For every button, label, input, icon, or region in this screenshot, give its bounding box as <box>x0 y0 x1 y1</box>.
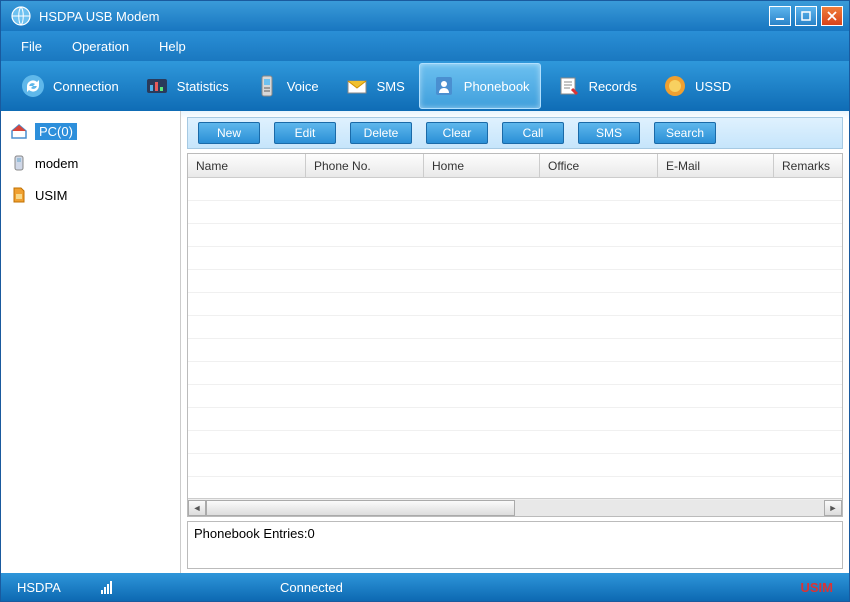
sidebar-usim-label: USIM <box>35 188 68 203</box>
status-bar: HSDPA Connected USIM <box>1 573 849 601</box>
col-remarks[interactable]: Remarks <box>774 154 842 177</box>
chart-icon <box>143 72 171 100</box>
col-email[interactable]: E-Mail <box>658 154 774 177</box>
sidebar-item-modem[interactable]: modem <box>1 149 180 177</box>
network-label: HSDPA <box>17 580 61 595</box>
sms-button[interactable]: SMS <box>578 122 640 144</box>
toolbar-ussd[interactable]: USSD <box>651 63 741 109</box>
sidebar: PC(0) modem USIM <box>1 111 181 573</box>
home-icon <box>9 121 29 141</box>
new-button[interactable]: New <box>198 122 260 144</box>
scroll-right-arrow[interactable]: ► <box>824 500 842 516</box>
main-panel: New Edit Delete Clear Call SMS Search Na… <box>181 111 849 573</box>
window-title: HSDPA USB Modem <box>39 9 769 24</box>
sim-icon <box>9 185 29 205</box>
sidebar-pc-label: PC(0) <box>35 123 77 140</box>
records-icon <box>555 72 583 100</box>
refresh-icon <box>19 72 47 100</box>
window-controls <box>769 6 843 26</box>
entries-status-box: Phonebook Entries:0 <box>187 521 843 569</box>
toolbar-voice[interactable]: Voice <box>243 63 329 109</box>
menu-file[interactable]: File <box>21 39 42 54</box>
modem-icon <box>9 153 29 173</box>
signal-icon <box>101 580 112 594</box>
toolbar-statistics[interactable]: Statistics <box>133 63 239 109</box>
sim-status: USIM <box>801 580 834 595</box>
toolbar-voice-label: Voice <box>287 79 319 94</box>
app-window: HSDPA USB Modem File Operation Help Conn… <box>0 0 850 602</box>
scroll-thumb[interactable] <box>206 500 515 516</box>
minimize-button[interactable] <box>769 6 791 26</box>
toolbar-sms-label: SMS <box>377 79 405 94</box>
toolbar-statistics-label: Statistics <box>177 79 229 94</box>
col-phone[interactable]: Phone No. <box>306 154 424 177</box>
toolbar-phonebook-label: Phonebook <box>464 79 530 94</box>
table-header: Name Phone No. Home Office E-Mail Remark… <box>188 154 842 178</box>
table-body[interactable] <box>188 178 842 498</box>
phonebook-table: Name Phone No. Home Office E-Mail Remark… <box>187 153 843 517</box>
menubar: File Operation Help <box>1 31 849 61</box>
toolbar-ussd-label: USSD <box>695 79 731 94</box>
toolbar-connection[interactable]: Connection <box>9 63 129 109</box>
toolbar-records-label: Records <box>589 79 637 94</box>
menu-help[interactable]: Help <box>159 39 186 54</box>
menu-operation[interactable]: Operation <box>72 39 129 54</box>
toolbar-phonebook[interactable]: Phonebook <box>419 63 541 109</box>
toolbar-records[interactable]: Records <box>545 63 647 109</box>
toolbar: Connection Statistics Voice SMS Phoneboo… <box>1 61 849 111</box>
sidebar-item-pc[interactable]: PC(0) <box>1 117 180 145</box>
close-button[interactable] <box>821 6 843 26</box>
horizontal-scrollbar[interactable]: ◄ ► <box>188 498 842 516</box>
scroll-left-arrow[interactable]: ◄ <box>188 500 206 516</box>
titlebar: HSDPA USB Modem <box>1 1 849 31</box>
col-name[interactable]: Name <box>188 154 306 177</box>
connection-state: Connected <box>280 580 343 595</box>
action-bar: New Edit Delete Clear Call SMS Search <box>187 117 843 149</box>
edit-button[interactable]: Edit <box>274 122 336 144</box>
col-office[interactable]: Office <box>540 154 658 177</box>
entries-status-text: Phonebook Entries:0 <box>194 526 315 541</box>
phone-icon <box>253 72 281 100</box>
maximize-button[interactable] <box>795 6 817 26</box>
col-home[interactable]: Home <box>424 154 540 177</box>
ussd-icon <box>661 72 689 100</box>
search-button[interactable]: Search <box>654 122 716 144</box>
sidebar-item-usim[interactable]: USIM <box>1 181 180 209</box>
envelope-icon <box>343 72 371 100</box>
sidebar-modem-label: modem <box>35 156 78 171</box>
delete-button[interactable]: Delete <box>350 122 412 144</box>
scroll-track[interactable] <box>206 500 824 516</box>
clear-button[interactable]: Clear <box>426 122 488 144</box>
app-globe-icon <box>11 6 31 26</box>
content-area: PC(0) modem USIM New Edit Delete Clear C… <box>1 111 849 573</box>
call-button[interactable]: Call <box>502 122 564 144</box>
contacts-icon <box>430 72 458 100</box>
toolbar-sms[interactable]: SMS <box>333 63 415 109</box>
toolbar-connection-label: Connection <box>53 79 119 94</box>
